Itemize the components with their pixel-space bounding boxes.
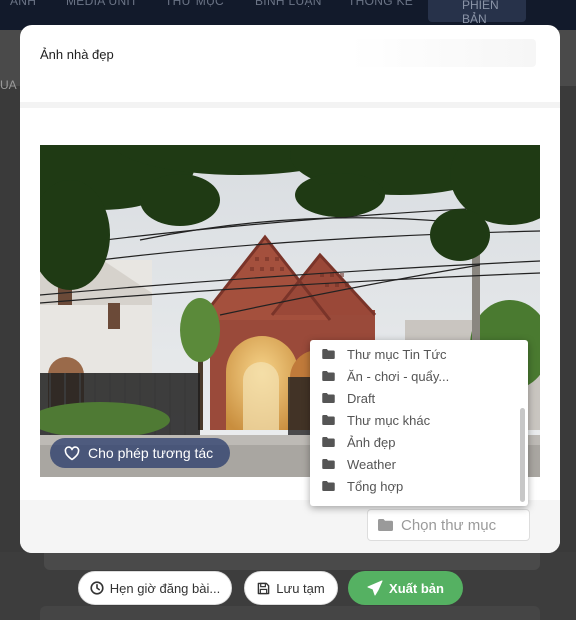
folder-select[interactable]: Chọn thư mục xyxy=(367,509,530,541)
folder-list-scrollbar[interactable] xyxy=(520,408,525,502)
folder-dropdown-list: Thư mục Tin Tức Ăn - chơi - quẩy... Draf… xyxy=(310,340,528,506)
folder-option[interactable]: Draft xyxy=(310,387,528,409)
folder-option-label: Ăn - chơi - quẩy... xyxy=(347,368,450,384)
folder-option-label: Ảnh đẹp xyxy=(347,434,396,450)
nav-item-anh: ẢNH xyxy=(10,0,37,8)
folder-option[interactable]: Thư mục Tin Tức xyxy=(310,343,528,365)
folder-icon xyxy=(322,459,335,469)
background-text-fragment: UA xyxy=(0,78,17,92)
folder-icon xyxy=(322,371,335,381)
modal-title: Ảnh nhà đẹp xyxy=(40,47,114,62)
folder-icon xyxy=(322,415,335,425)
folder-option-label: Draft xyxy=(347,390,376,406)
heart-icon xyxy=(64,445,80,460)
nav-version-pill: PHIÊN BẢN xyxy=(428,0,526,26)
title-input-fade xyxy=(350,39,536,67)
folder-icon xyxy=(322,437,335,447)
save-icon xyxy=(257,582,270,594)
folder-option[interactable]: Ảnh đẹp xyxy=(310,431,528,453)
schedule-button[interactable]: Hẹn giờ đăng bài... xyxy=(78,571,232,605)
folder-option[interactable]: Ăn - chơi - quẩy... xyxy=(310,365,528,387)
allow-interaction-toggle[interactable]: Cho phép tương tác xyxy=(50,438,230,468)
folder-option-label: Thư mục khác xyxy=(347,412,431,428)
folder-icon xyxy=(378,519,393,531)
save-draft-button[interactable]: Lưu tạm xyxy=(244,571,338,605)
clock-icon xyxy=(90,581,104,595)
folder-icon xyxy=(322,349,335,359)
background-card xyxy=(44,552,540,570)
allow-interaction-label: Cho phép tương tác xyxy=(88,445,214,461)
folder-icon xyxy=(322,481,335,491)
folder-select-placeholder: Chọn thư mục xyxy=(401,516,497,534)
folder-option[interactable]: Tổng hợp xyxy=(310,475,528,497)
schedule-label: Hẹn giờ đăng bài... xyxy=(109,580,221,596)
folder-icon xyxy=(322,393,335,403)
folder-option[interactable]: Thư mục khác xyxy=(310,409,528,431)
background-row xyxy=(40,606,540,620)
nav-item-thong-ke: THỐNG KÊ xyxy=(348,0,414,8)
nav-item-media-unit: MEDIA UNIT xyxy=(66,0,138,8)
folder-option-label: Weather xyxy=(347,456,396,472)
save-draft-label: Lưu tạm xyxy=(276,580,325,596)
image-modal: Ảnh nhà đẹp Cho phép tương tác Chọn thư … xyxy=(20,25,560,553)
publish-label: Xuất bản xyxy=(389,580,444,596)
nav-item-binh-luan: BÌNH LUẬN xyxy=(255,0,322,8)
nav-item-thu-muc: THƯ MỤC xyxy=(165,0,225,8)
publish-button[interactable]: Xuất bản xyxy=(348,571,463,605)
folder-option-label: Thư mục Tin Tức xyxy=(347,346,447,362)
send-icon xyxy=(367,580,383,596)
folder-option-label: Tổng hợp xyxy=(347,478,404,494)
folder-option[interactable]: Weather xyxy=(310,453,528,475)
